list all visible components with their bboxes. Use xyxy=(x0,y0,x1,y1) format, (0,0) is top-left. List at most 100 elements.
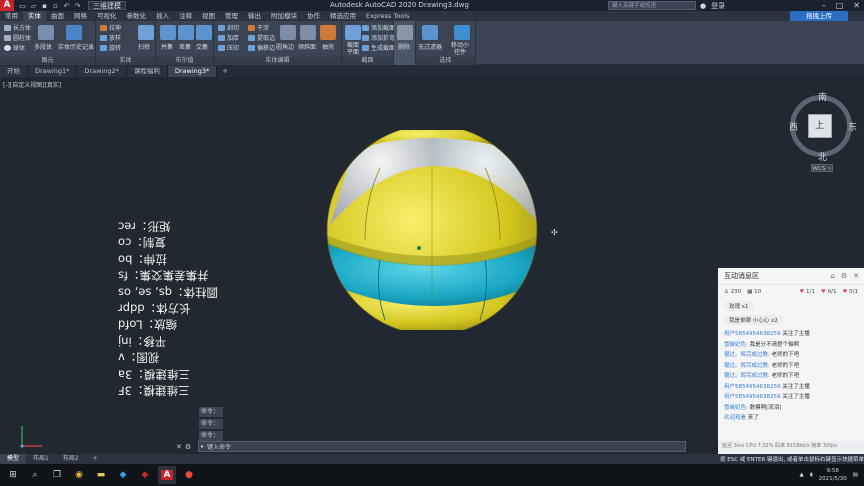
viewport-label[interactable]: [-][自定义视图][真实] xyxy=(3,80,61,89)
compass-west[interactable]: 西 xyxy=(789,120,798,133)
ribbon-tab[interactable]: 附加模块 xyxy=(266,11,302,21)
folder-icon[interactable]: ▬ xyxy=(92,466,110,484)
chat-username[interactable]: 锯过。辉完成过教: xyxy=(724,373,770,379)
no-filter-icon[interactable] xyxy=(422,25,438,40)
close-command-icon[interactable]: ✕ xyxy=(176,443,182,451)
volume-icon[interactable]: ◖ xyxy=(810,472,813,478)
intersect-icon[interactable] xyxy=(196,25,212,40)
app-icon[interactable]: ◆ xyxy=(136,466,154,484)
chrome-icon[interactable]: ◉ xyxy=(70,466,88,484)
command-line[interactable]: ▸ 键入命令 xyxy=(198,441,686,452)
command-input[interactable]: 键入命令 xyxy=(207,442,231,451)
add-layout-button[interactable]: + xyxy=(86,454,105,464)
ribbon-tab[interactable]: 协作 xyxy=(302,11,325,21)
layout-tab[interactable]: 布局2 xyxy=(56,454,86,464)
wcs-dropdown[interactable]: WCS ~ xyxy=(811,164,833,172)
document-tab[interactable]: Drawing1* xyxy=(28,66,78,77)
minimize-button[interactable]: – xyxy=(822,0,826,11)
layout-tab[interactable]: 模型 xyxy=(0,454,27,464)
ribbon-tab[interactable]: 实体 xyxy=(23,11,46,21)
search-icon[interactable]: ⌕ xyxy=(26,466,44,484)
task-view-icon[interactable]: ❐ xyxy=(48,466,66,484)
document-tab[interactable]: 开始 xyxy=(0,66,28,77)
ribbon-tab[interactable]: 输出 xyxy=(243,11,266,21)
ribbon-tab[interactable]: 参数化 xyxy=(122,11,152,21)
chat-username[interactable]: 锯过。辉完成过教: xyxy=(724,363,770,369)
compass-north[interactable]: 南 xyxy=(818,90,827,103)
generate-section-button[interactable]: 生成截面 xyxy=(362,43,395,52)
polysolid-icon[interactable] xyxy=(38,25,54,40)
fillet-edge-icon[interactable] xyxy=(280,25,296,40)
start-icon[interactable]: ⊞ xyxy=(4,466,22,484)
workspace-dropdown[interactable]: 三维建模 xyxy=(88,1,126,10)
chat-username[interactable]: 用户5854954638259 xyxy=(724,384,781,390)
document-tab[interactable]: Drawing2* xyxy=(77,66,127,77)
slice-button[interactable]: 剖切 xyxy=(218,23,239,32)
ribbon-tab[interactable]: 曲面 xyxy=(46,11,69,21)
new-tab-button[interactable]: + xyxy=(217,66,233,77)
notification-icon[interactable]: ▤ xyxy=(853,472,858,478)
customize-command-icon[interactable]: ⚙ xyxy=(185,443,191,451)
box-button[interactable]: 长方体 xyxy=(4,23,31,32)
ribbon-tab[interactable]: Express Tools xyxy=(361,11,414,21)
ribbon-tab[interactable]: 可视化 xyxy=(92,11,122,21)
revolve-button[interactable]: 旋转 xyxy=(100,43,121,52)
recorder-icon[interactable]: ● xyxy=(180,466,198,484)
extrude-button[interactable]: 拉伸 xyxy=(100,23,121,32)
close-icon[interactable]: ✕ xyxy=(853,268,859,285)
settings-icon[interactable]: ⚙ xyxy=(841,268,847,285)
close-button[interactable]: ✕ xyxy=(853,0,860,11)
union-icon[interactable] xyxy=(160,25,176,40)
volleyball-model[interactable] xyxy=(320,130,550,330)
solid-history-icon[interactable] xyxy=(66,25,82,40)
interfere-button[interactable]: 干涉 xyxy=(248,23,269,32)
document-tab[interactable]: Drawing3* xyxy=(167,66,218,77)
chat-username[interactable]: 雪碳妃色: xyxy=(724,342,748,348)
add-section-button[interactable]: 添加截面 xyxy=(362,23,395,32)
chat-username[interactable]: 雪碳妃色: xyxy=(724,405,748,411)
save-as-icon[interactable]: ▫ xyxy=(51,2,60,10)
document-tab[interactable]: 课程福利 xyxy=(126,66,168,77)
chat-username[interactable]: 用户5854954638259 xyxy=(724,331,781,337)
ribbon-tab[interactable]: 常用 xyxy=(0,11,23,21)
compass-south[interactable]: 北 xyxy=(818,150,827,163)
layout-tab[interactable]: 布局1 xyxy=(26,454,56,464)
network-icon[interactable]: ▲ xyxy=(799,472,803,478)
compass-east[interactable]: 东 xyxy=(848,120,857,133)
delete-icon[interactable] xyxy=(397,25,413,40)
ribbon-tab[interactable]: 网格 xyxy=(69,11,92,21)
lock-icon[interactable]: ⌂ xyxy=(830,268,834,285)
subtract-icon[interactable] xyxy=(178,25,194,40)
ribbon-tab[interactable]: 注释 xyxy=(174,11,197,21)
ribbon-tab[interactable]: 插入 xyxy=(151,11,174,21)
offset-edge-button[interactable]: 偏移边 xyxy=(248,43,275,52)
chat-username[interactable]: 欢迎观看 xyxy=(724,415,746,421)
app-icon[interactable]: ◆ xyxy=(114,466,132,484)
maximize-button[interactable]: □ xyxy=(836,0,844,11)
cylinder-button[interactable]: 圆柱体 xyxy=(4,33,31,42)
thicken-button[interactable]: 加厚 xyxy=(218,33,239,42)
section-plane-icon[interactable] xyxy=(345,25,361,40)
imprint-button[interactable]: 压印 xyxy=(218,43,239,52)
ribbon-tab[interactable]: 管理 xyxy=(220,11,243,21)
sphere-button[interactable]: 球体 xyxy=(4,43,25,52)
user-icon[interactable]: ● xyxy=(700,2,706,10)
sweep-icon[interactable] xyxy=(138,25,154,40)
autocad-logo-icon[interactable]: A xyxy=(0,0,14,11)
autocad-taskbar-icon[interactable]: A xyxy=(158,466,176,484)
add-jog-button[interactable]: 添加折弯 xyxy=(362,33,395,42)
chat-username[interactable]: 锯过。辉完成过教: xyxy=(724,352,770,358)
login-link[interactable]: 登录 xyxy=(711,1,725,11)
chat-username[interactable]: 用户5854954638259 xyxy=(724,394,781,400)
move-gizmo-icon[interactable] xyxy=(454,25,470,40)
clock[interactable]: 9:58 2021/5/30 xyxy=(819,467,847,483)
undo-icon[interactable]: ↶ xyxy=(62,2,71,10)
new-file-icon[interactable]: ▭ xyxy=(18,2,27,10)
loft-button[interactable]: 放样 xyxy=(100,33,121,42)
search-input[interactable]: 键入关键字或短语 xyxy=(608,1,696,10)
extract-edges-button[interactable]: 提取边 xyxy=(248,33,275,42)
ribbon-tab[interactable]: 视图 xyxy=(197,11,220,21)
open-file-icon[interactable]: ▱ xyxy=(29,2,38,10)
taper-faces-icon[interactable] xyxy=(300,25,316,40)
ribbon-tab[interactable]: 精选应用 xyxy=(325,11,361,21)
